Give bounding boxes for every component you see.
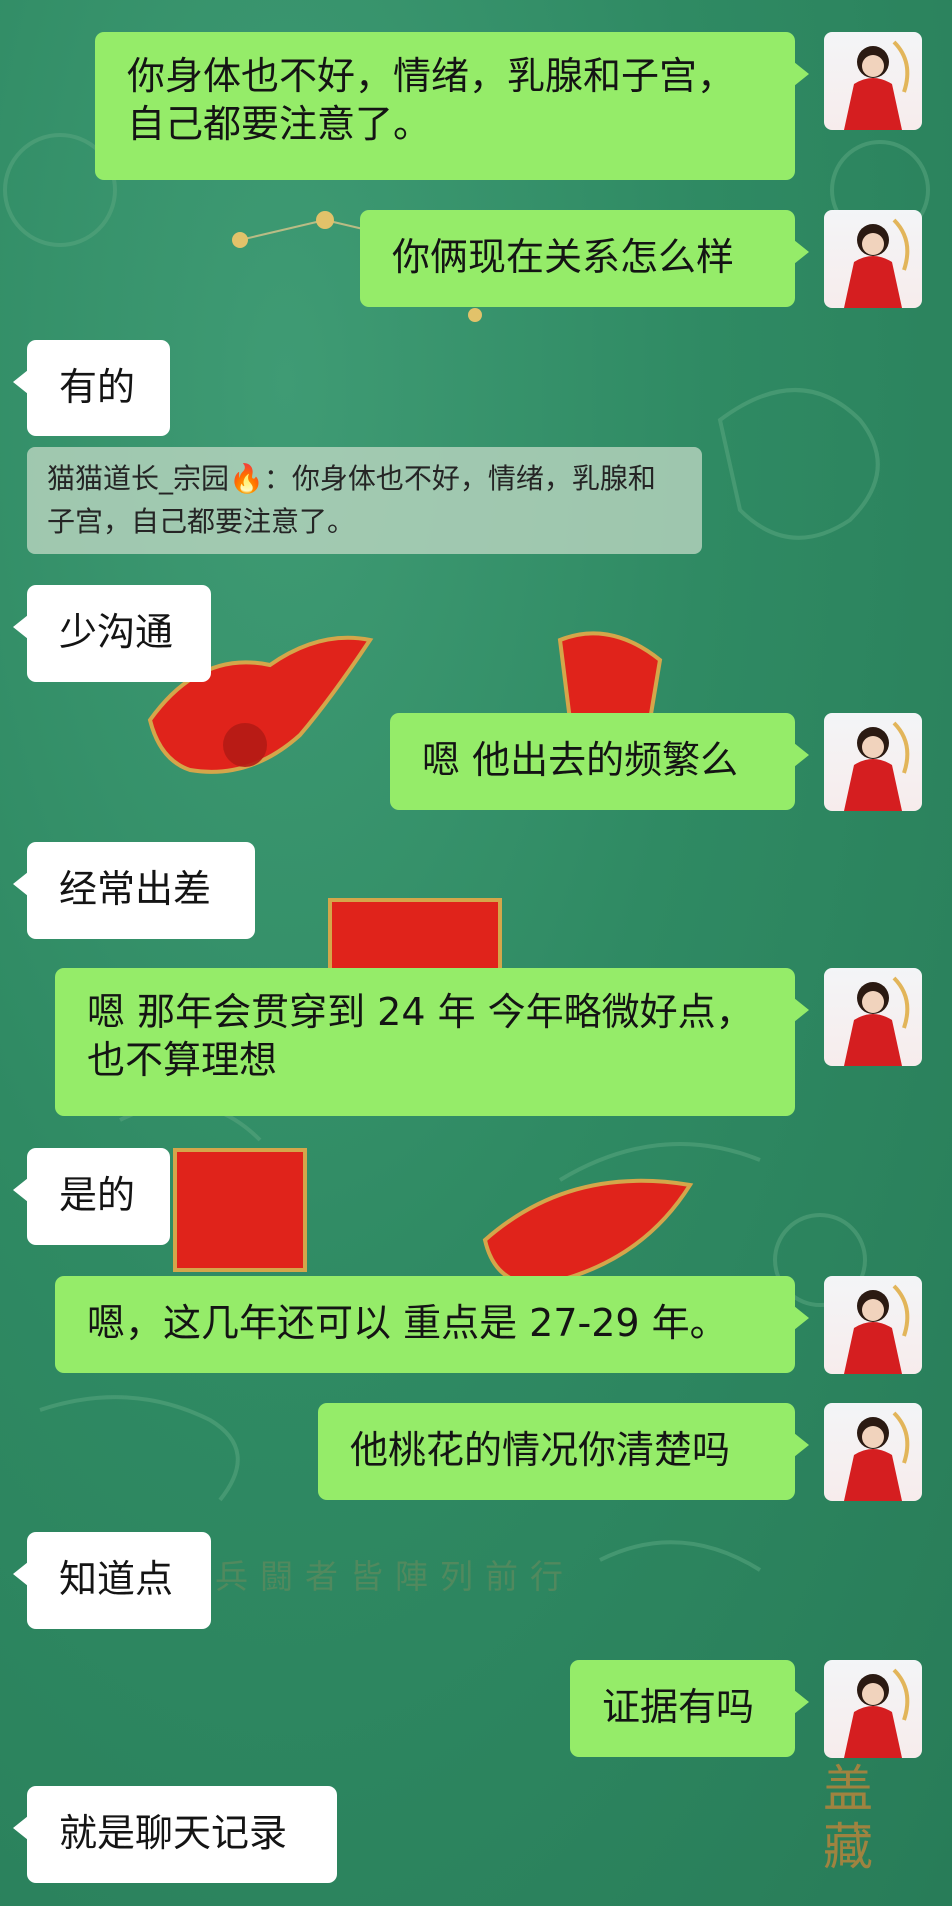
message-text: 就是聊天记录 [59, 1811, 288, 1855]
received-message-bubble[interactable]: 是的 [13, 1148, 170, 1245]
avatar[interactable] [824, 1660, 922, 1758]
sent-message-bubble[interactable]: 他桃花的情况你清楚吗 [318, 1403, 809, 1500]
avatar[interactable] [824, 1276, 922, 1374]
sent-message-bubble[interactable]: 嗯 那年会贯穿到 24 年 今年略微好点，也不算理想 [55, 968, 809, 1116]
sent-message-bubble[interactable]: 证据有吗 [570, 1660, 809, 1757]
message-text: 嗯 那年会贯穿到 24 年 今年略微好点，也不算理想 [87, 990, 754, 1082]
avatar[interactable] [824, 210, 922, 308]
received-message-bubble[interactable]: 少沟通 [13, 585, 211, 682]
wallpaper-seal: 盖藏 [823, 1760, 873, 1876]
received-message-bubble[interactable]: 经常出差 [13, 842, 255, 939]
message-text: 证据有吗 [602, 1685, 755, 1729]
red-fish-emblem [482, 1178, 694, 1288]
message-text: 知道点 [59, 1557, 174, 1601]
message-text: 嗯，这几年还可以 重点是 27-29 年。 [87, 1301, 728, 1345]
sent-message-bubble[interactable]: 你身体也不好，情绪，乳腺和子宫，自己都要注意了。 [95, 32, 809, 180]
message-text: 他桃花的情况你清楚吗 [350, 1428, 731, 1472]
sent-message-bubble[interactable]: 嗯，这几年还可以 重点是 27-29 年。 [55, 1276, 809, 1373]
sent-message-bubble[interactable]: 你俩现在关系怎么样 [360, 210, 809, 307]
quoted-message-text: 猫猫道长_宗园🔥：你身体也不好，情绪，乳腺和子宫，自己都要注意了。 [47, 462, 656, 538]
message-text: 有的 [59, 365, 136, 409]
received-message-bubble[interactable]: 知道点 [13, 1532, 211, 1629]
message-text: 嗯 他出去的频繁么 [422, 738, 739, 782]
received-message-bubble[interactable]: 有的 [13, 340, 170, 436]
red-top-emblem [557, 631, 663, 722]
quoted-message[interactable]: 猫猫道长_宗园🔥：你身体也不好，情绪，乳腺和子宫，自己都要注意了。 [27, 447, 702, 554]
avatar[interactable] [824, 968, 922, 1066]
avatar[interactable] [824, 1403, 922, 1501]
red-lantern-emblem [173, 1148, 307, 1272]
message-text: 经常出差 [59, 867, 212, 911]
avatar[interactable] [824, 713, 922, 811]
sent-message-bubble[interactable]: 嗯 他出去的频繁么 [390, 713, 809, 810]
received-message-bubble[interactable]: 就是聊天记录 [13, 1786, 337, 1883]
message-text: 少沟通 [59, 610, 174, 654]
wallpaper-caption: 兵闘者皆陣列前行 [215, 1557, 575, 1596]
message-text: 你俩现在关系怎么样 [392, 235, 735, 279]
message-text: 你身体也不好，情绪，乳腺和子宫，自己都要注意了。 [127, 54, 736, 146]
avatar[interactable] [824, 32, 922, 130]
message-text: 是的 [59, 1173, 136, 1217]
